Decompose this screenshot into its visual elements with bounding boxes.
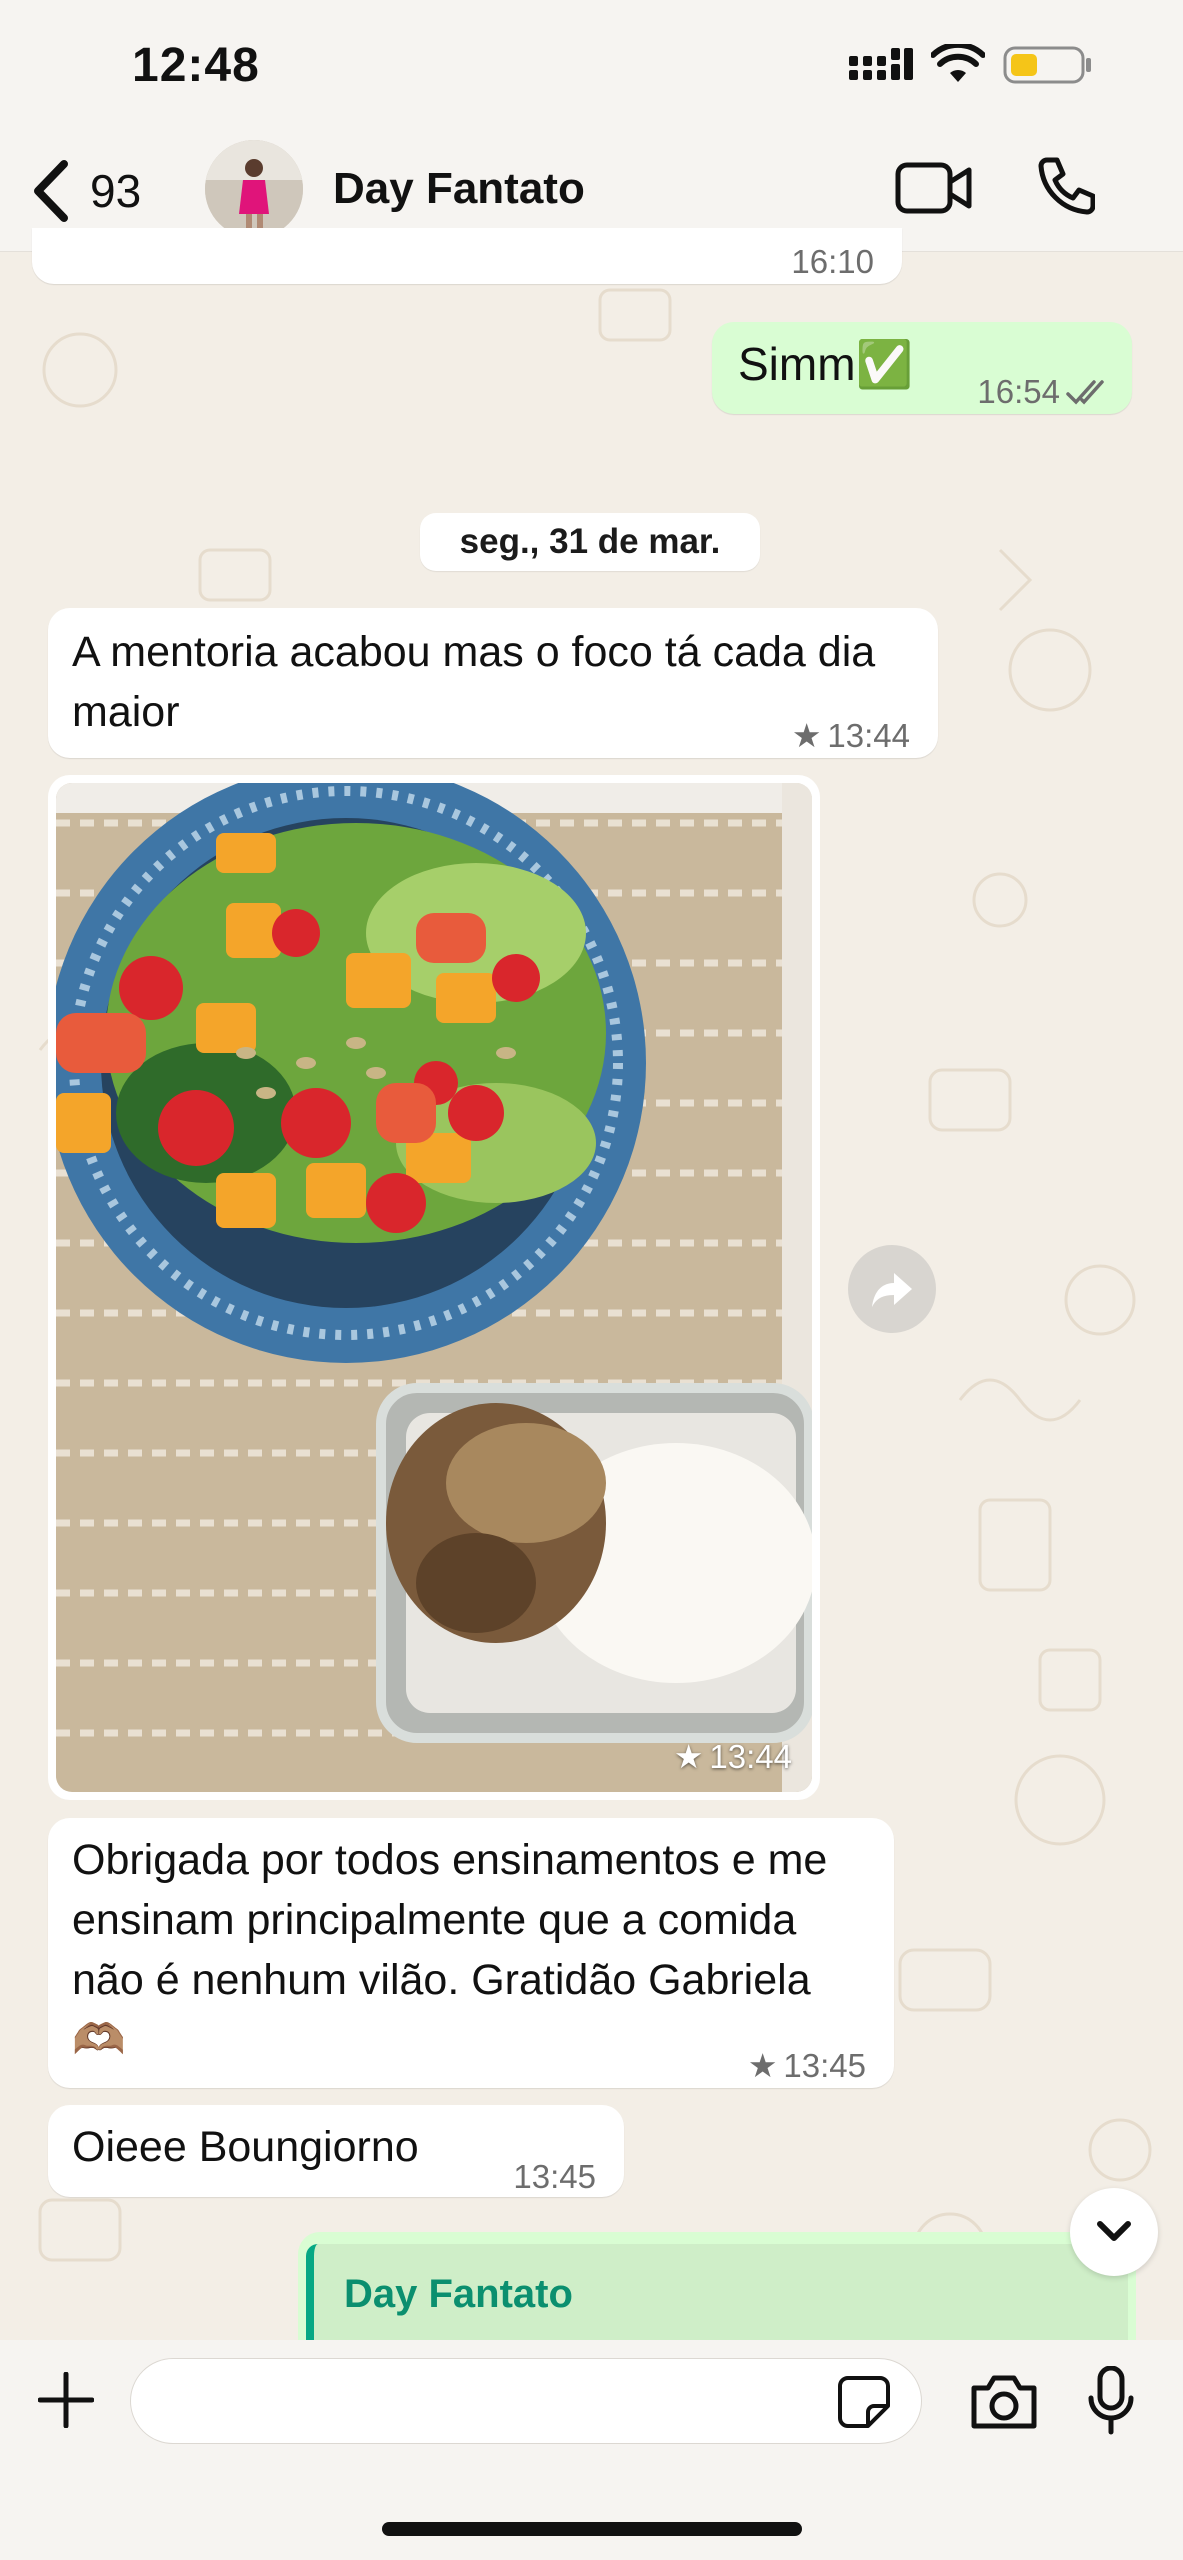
- message-meta: ★ 13:44: [792, 706, 910, 766]
- camera-icon: [971, 2375, 1037, 2429]
- plus-icon: [37, 2371, 95, 2429]
- battery-icon: [1003, 46, 1091, 84]
- double-check-icon: [1066, 380, 1104, 405]
- mic-icon: [1088, 2365, 1134, 2435]
- scroll-to-bottom-button[interactable]: [1070, 2188, 1158, 2276]
- back-chevron-icon: [34, 160, 68, 222]
- forward-icon: [872, 1273, 912, 1307]
- back-button[interactable]: 93: [30, 160, 141, 222]
- message-text: Obrigada por todos ensinamentos e me ens…: [72, 1836, 828, 2064]
- date-separator: seg., 31 de mar.: [420, 513, 760, 571]
- attach-button[interactable]: [37, 2371, 95, 2433]
- message-time: 16:54: [977, 373, 1060, 410]
- voice-message-button[interactable]: [1088, 2365, 1134, 2441]
- unread-count: 93: [90, 165, 142, 217]
- image-message[interactable]: ★ 13:44: [48, 775, 820, 1800]
- message-meta: 13:45: [513, 2147, 596, 2207]
- message-time: 13:45: [783, 2047, 866, 2084]
- message-bubble-incoming[interactable]: A mentoria acabou mas o foco tá cada dia…: [48, 608, 938, 758]
- message-meta: 16:54: [977, 362, 1110, 422]
- voice-call-button[interactable]: [1035, 156, 1096, 223]
- image-meta: ★ 13:44: [674, 1737, 792, 1776]
- food-photo[interactable]: ★ 13:44: [56, 783, 812, 1792]
- chevron-down-icon: [1097, 2221, 1131, 2241]
- message-time: 13:44: [709, 1737, 792, 1775]
- video-call-icon: [895, 162, 972, 214]
- star-icon: ★: [747, 2047, 778, 2084]
- sticker-icon: [838, 2376, 890, 2428]
- status-bar: 12:48: [0, 0, 1183, 130]
- phone-icon: [1038, 157, 1096, 215]
- home-indicator[interactable]: [382, 2522, 802, 2536]
- video-call-button[interactable]: [895, 160, 973, 221]
- star-icon: ★: [791, 717, 822, 754]
- message-bubble-outgoing-reply[interactable]: Day Fantato: [298, 2232, 1136, 2352]
- message-bubble-partial[interactable]: 16:10: [32, 228, 902, 284]
- status-time: 12:48: [132, 39, 260, 92]
- food-photo-image: [56, 783, 812, 1792]
- star-icon: ★: [673, 1738, 704, 1775]
- quoted-message[interactable]: Day Fantato: [306, 2244, 1128, 2352]
- avatar-image: [205, 140, 303, 238]
- status-icons: [849, 44, 1093, 84]
- contact-name[interactable]: Day Fantato: [333, 164, 585, 214]
- wifi-icon: [931, 44, 985, 82]
- forward-button[interactable]: [848, 1245, 936, 1333]
- message-bubble-outgoing[interactable]: Simm✅ 16:54: [712, 322, 1132, 414]
- quoted-author: Day Fantato: [344, 2272, 573, 2316]
- message-bubble-incoming[interactable]: Oieee Boungiorno 13:45: [48, 2105, 624, 2197]
- message-meta: ★ 13:45: [748, 2036, 866, 2096]
- camera-button[interactable]: [970, 2374, 1038, 2435]
- sticker-button[interactable]: [838, 2376, 890, 2433]
- message-time: 13:45: [513, 2158, 596, 2195]
- message-text: Oieee Boungiorno: [72, 2123, 419, 2171]
- message-time: 13:44: [827, 717, 910, 754]
- message-bubble-incoming[interactable]: Obrigada por todos ensinamentos e me ens…: [48, 1818, 894, 2088]
- message-time: 16:10: [791, 243, 874, 280]
- signal-icon: [849, 48, 913, 80]
- message-input[interactable]: [130, 2358, 922, 2444]
- avatar[interactable]: [205, 140, 303, 238]
- message-text: Simm✅: [738, 338, 913, 390]
